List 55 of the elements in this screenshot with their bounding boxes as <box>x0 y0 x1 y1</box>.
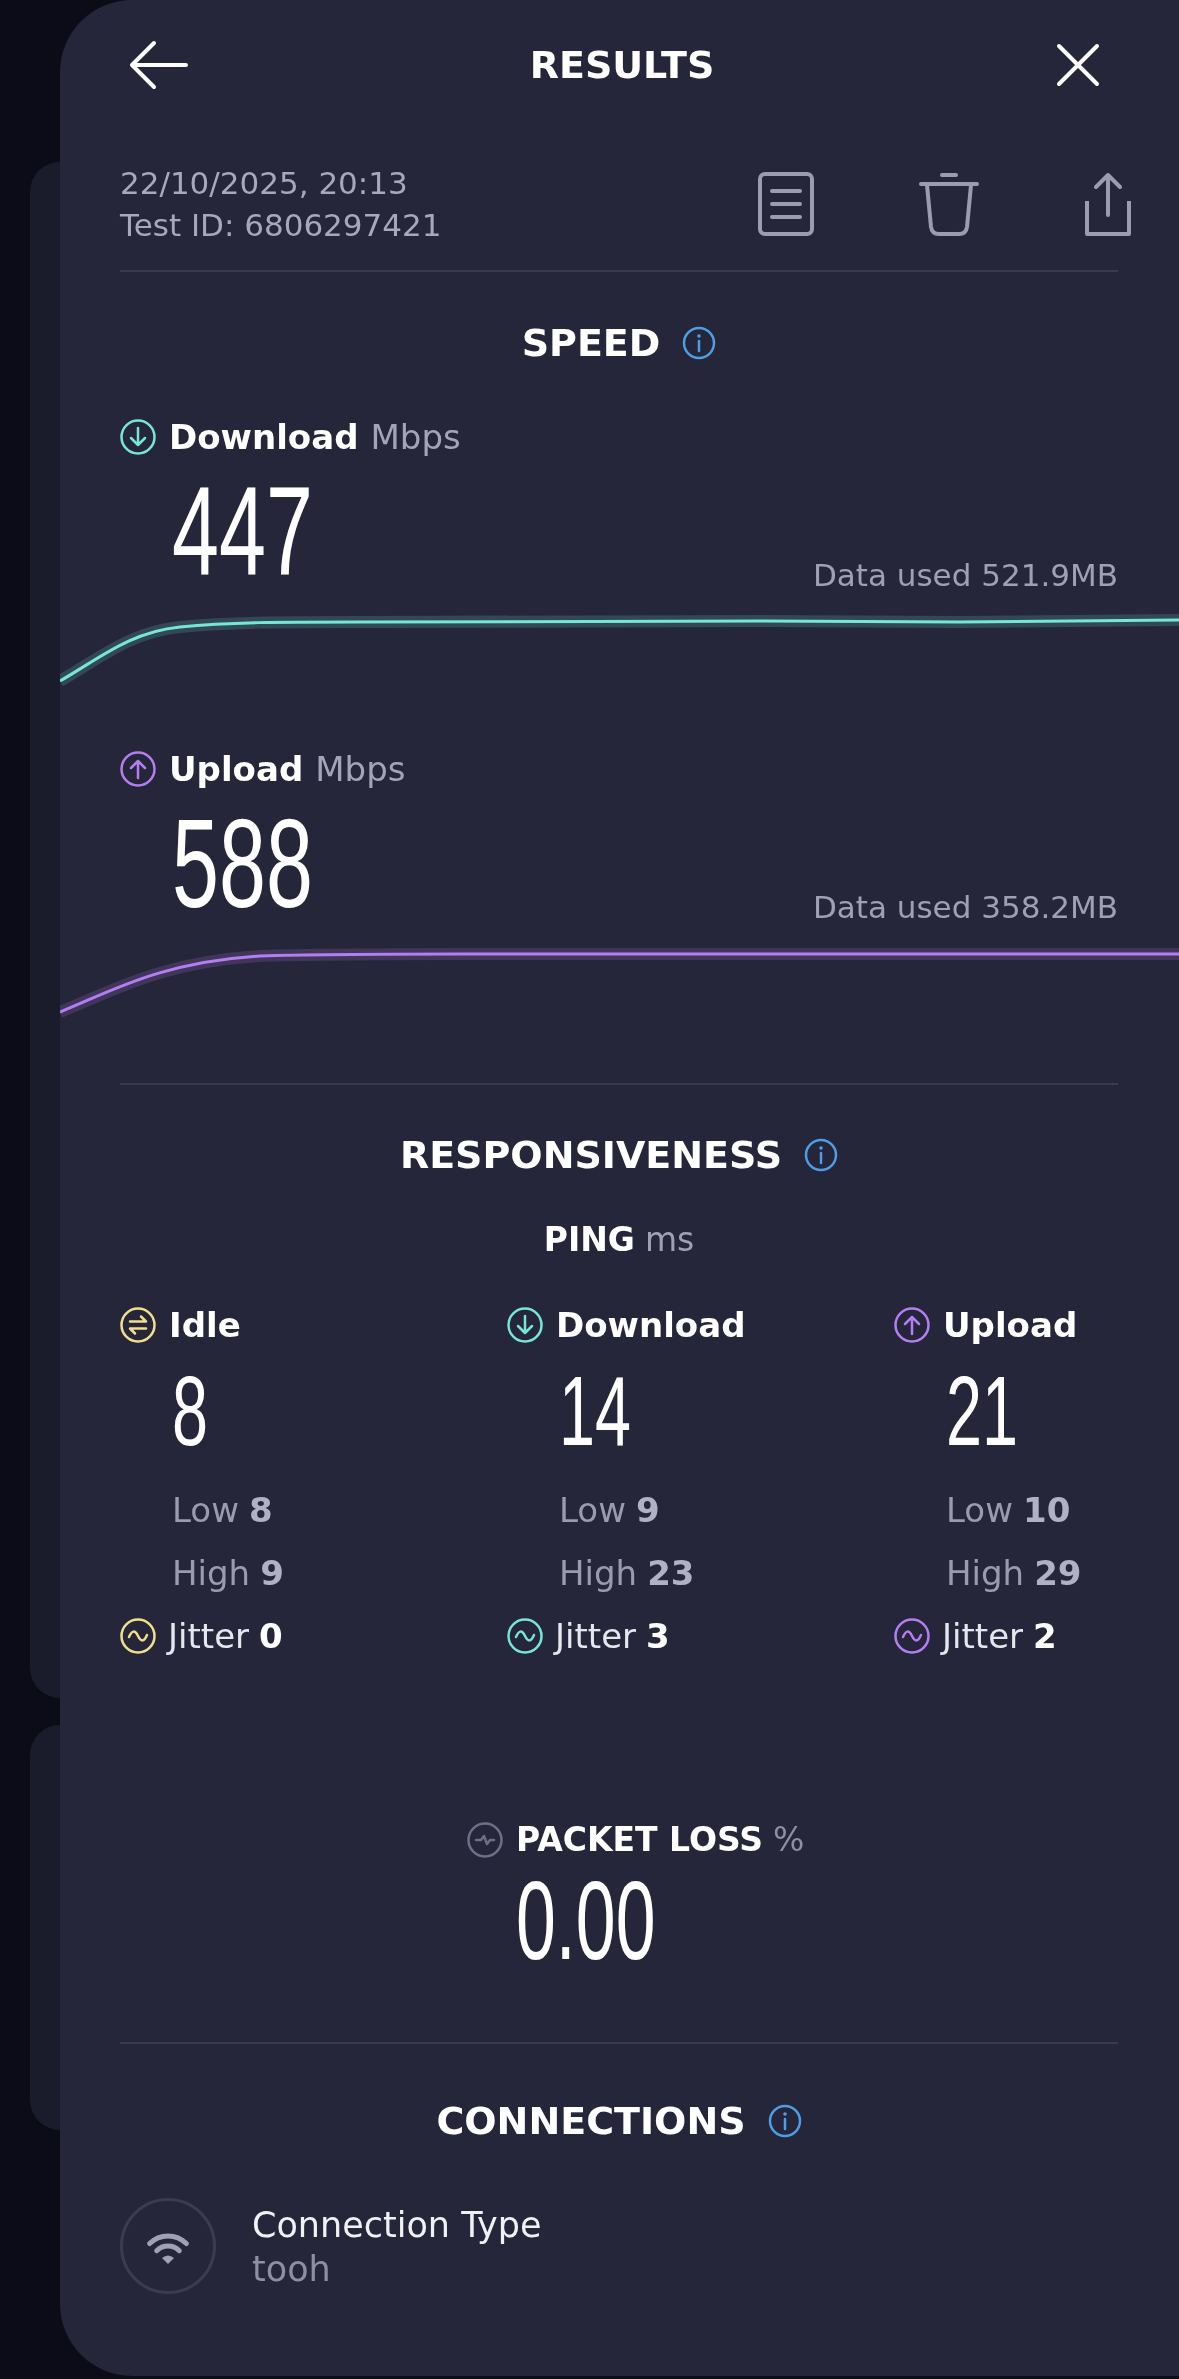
connection-value: tooh <box>252 2248 332 2291</box>
packet-loss-value: 0.00 <box>516 1865 656 1977</box>
data-used-text: Data used 521.9MB <box>812 556 1118 595</box>
close-icon[interactable] <box>1056 43 1100 87</box>
section-title: CONNECTIONS <box>436 2098 746 2145</box>
stat-label: High <box>172 1552 251 1593</box>
metric-label: Idle <box>169 1304 241 1347</box>
ping-value: 8 <box>172 1362 208 1460</box>
stat-label: Jitter <box>942 1615 1024 1656</box>
back-icon[interactable] <box>128 39 188 91</box>
stat-value: 10 <box>1022 1489 1071 1530</box>
document-icon[interactable] <box>758 172 814 236</box>
metric-label: Download <box>556 1304 746 1347</box>
metric-label: Upload <box>169 748 304 791</box>
unit-label: Mbps <box>315 748 406 791</box>
trash-icon[interactable] <box>918 172 980 236</box>
stat-label: Jitter <box>555 1615 637 1656</box>
stat-label: Jitter <box>168 1615 250 1656</box>
stat-value: 3 <box>646 1615 670 1656</box>
section-title: RESPONSIVENESS <box>399 1132 783 1179</box>
stat-value: 23 <box>647 1552 695 1593</box>
test-date: 22/10/2025, 20:13 <box>120 164 409 203</box>
info-icon[interactable] <box>767 2104 802 2138</box>
test-id: Test ID: 6806297421 <box>120 206 442 245</box>
stat-value: 8 <box>248 1489 273 1530</box>
stat-label: Low <box>559 1489 626 1530</box>
speed-value: 447 <box>172 469 313 595</box>
metric-label: PACKET LOSS <box>516 1819 763 1861</box>
ping-label: PING <box>543 1219 635 1261</box>
stat-label: Low <box>172 1489 239 1530</box>
metric-label: Upload <box>943 1304 1078 1347</box>
stat-label: High <box>946 1552 1025 1593</box>
section-title: SPEED <box>521 320 661 367</box>
unit-label: Mbps <box>370 416 461 459</box>
metric-label: Download <box>169 416 359 459</box>
stat-value: 9 <box>635 1489 660 1530</box>
wifi-icon <box>120 2198 216 2294</box>
ping-value: 14 <box>559 1362 631 1460</box>
unit-label: % <box>773 1819 805 1861</box>
pulse-circle-icon <box>467 1822 503 1858</box>
stat-value: 9 <box>260 1552 284 1593</box>
share-icon[interactable] <box>1084 171 1132 237</box>
stat-label: High <box>559 1552 638 1593</box>
connection-label: Connection Type <box>252 2204 542 2247</box>
stat-value: 2 <box>1033 1615 1057 1656</box>
unit-label: ms <box>644 1219 695 1261</box>
ping-value: 21 <box>946 1362 1018 1460</box>
info-icon[interactable] <box>682 326 717 360</box>
screen-title: RESULTS <box>529 42 715 89</box>
stat-value: 29 <box>1034 1552 1082 1593</box>
stat-label: Low <box>946 1489 1013 1530</box>
speed-value: 588 <box>172 801 313 927</box>
stat-value: 0 <box>259 1615 283 1656</box>
info-icon[interactable] <box>804 1138 839 1172</box>
data-used-text: Data used 358.2MB <box>812 888 1118 927</box>
